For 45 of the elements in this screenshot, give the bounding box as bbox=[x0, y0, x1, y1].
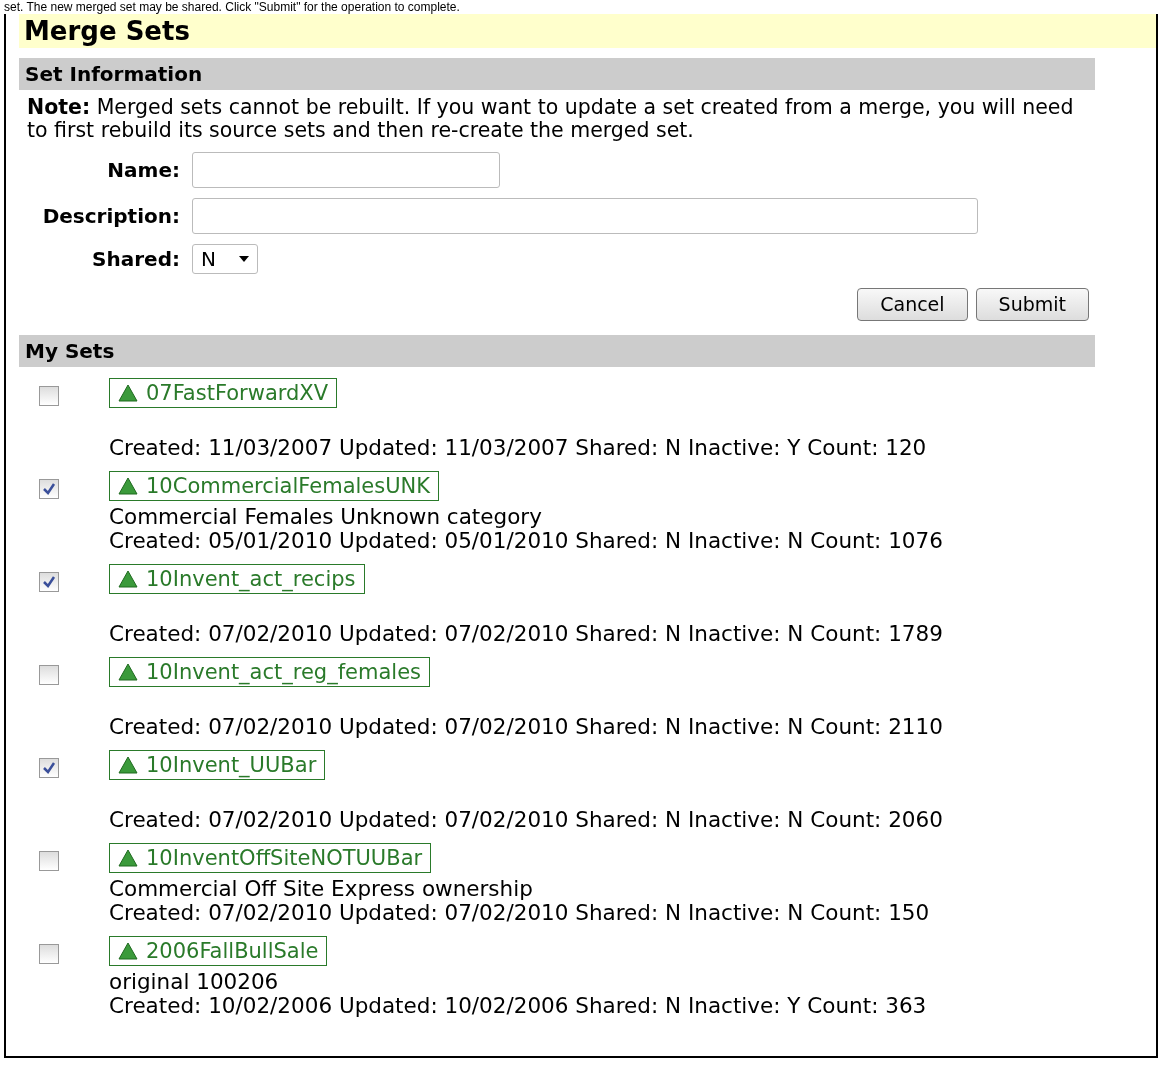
checkbox[interactable] bbox=[39, 851, 59, 871]
shared-dropdown[interactable]: N bbox=[192, 244, 258, 274]
checkbox[interactable] bbox=[39, 572, 59, 592]
set-details: Created: 10/02/2006 Updated: 10/02/2006 Shared: N Inactive: Y Count: 363 bbox=[109, 994, 927, 1018]
set-details: Created: 11/03/2007 Updated: 11/03/2007 Shared: N Inactive: Y Count: 120 bbox=[109, 436, 927, 460]
section-heading: My Sets bbox=[19, 335, 1095, 367]
name-field[interactable] bbox=[192, 152, 500, 188]
checkbox[interactable] bbox=[39, 665, 59, 685]
page-title: Merge Sets bbox=[19, 14, 1156, 48]
set-description: Commercial Off Site Express ownership bbox=[109, 877, 534, 901]
set-details: Created: 07/02/2010 Updated: 07/02/2010 Shared: N Inactive: N Count: 1789 bbox=[109, 622, 943, 646]
section-heading: Set Information bbox=[19, 58, 1095, 90]
triangle-icon bbox=[118, 570, 138, 588]
field-label: Name: bbox=[106, 157, 181, 184]
set-link[interactable]: 07FastForwardXV bbox=[109, 378, 338, 408]
caret-icon bbox=[239, 256, 249, 262]
triangle-icon bbox=[118, 756, 138, 774]
set-link[interactable]: 10Invent_UUBar bbox=[109, 750, 326, 780]
set-link[interactable]: 2006FallBullSale bbox=[109, 936, 328, 966]
set-description: original 100206 bbox=[109, 970, 280, 994]
set-details: Created: 05/01/2010 Updated: 05/01/2010 Shared: N Inactive: N Count: 1076 bbox=[109, 529, 943, 553]
set-link[interactable]: 10InventOffSiteNOTUUBar bbox=[109, 843, 432, 873]
checkbox[interactable] bbox=[39, 479, 59, 499]
set-description: Commercial Females Unknown category bbox=[109, 505, 543, 529]
field-label: Shared: bbox=[91, 246, 181, 273]
triangle-icon bbox=[118, 663, 138, 681]
triangle-icon bbox=[118, 477, 138, 495]
field-label: Description: bbox=[41, 203, 181, 230]
set-link[interactable]: 10Invent_act_recips bbox=[109, 564, 365, 594]
set-link[interactable]: 10CommercialFemalesUNK bbox=[109, 471, 440, 501]
checkbox[interactable] bbox=[39, 944, 59, 964]
set-details: Created: 07/02/2010 Updated: 07/02/2010 Shared: N Inactive: N Count: 150 bbox=[109, 901, 930, 925]
set-link[interactable]: 10Invent_act_reg_females bbox=[109, 657, 431, 687]
triangle-icon bbox=[118, 849, 138, 867]
set-details: Created: 07/02/2010 Updated: 07/02/2010 Shared: N Inactive: N Count: 2060 bbox=[109, 808, 943, 832]
set-details: Created: 07/02/2010 Updated: 07/02/2010 Shared: N Inactive: N Count: 2110 bbox=[109, 715, 943, 739]
instruction-text: set. The new merged set may be shared. Click "Submit" for the operation to complete. bbox=[3, 0, 461, 14]
cancel-button[interactable]: Cancel bbox=[857, 288, 968, 321]
triangle-icon bbox=[118, 384, 138, 402]
triangle-icon bbox=[118, 942, 138, 960]
description-field[interactable] bbox=[192, 198, 978, 234]
checkbox[interactable] bbox=[39, 758, 59, 778]
submit-button[interactable]: Submit bbox=[975, 288, 1089, 321]
note-text: Note: Merged sets cannot be rebuilt. If you want to update a set created from a merge, you will need to first rebuild its source sets and then re-create the merged set. bbox=[26, 94, 1075, 142]
checkbox[interactable] bbox=[39, 386, 59, 406]
